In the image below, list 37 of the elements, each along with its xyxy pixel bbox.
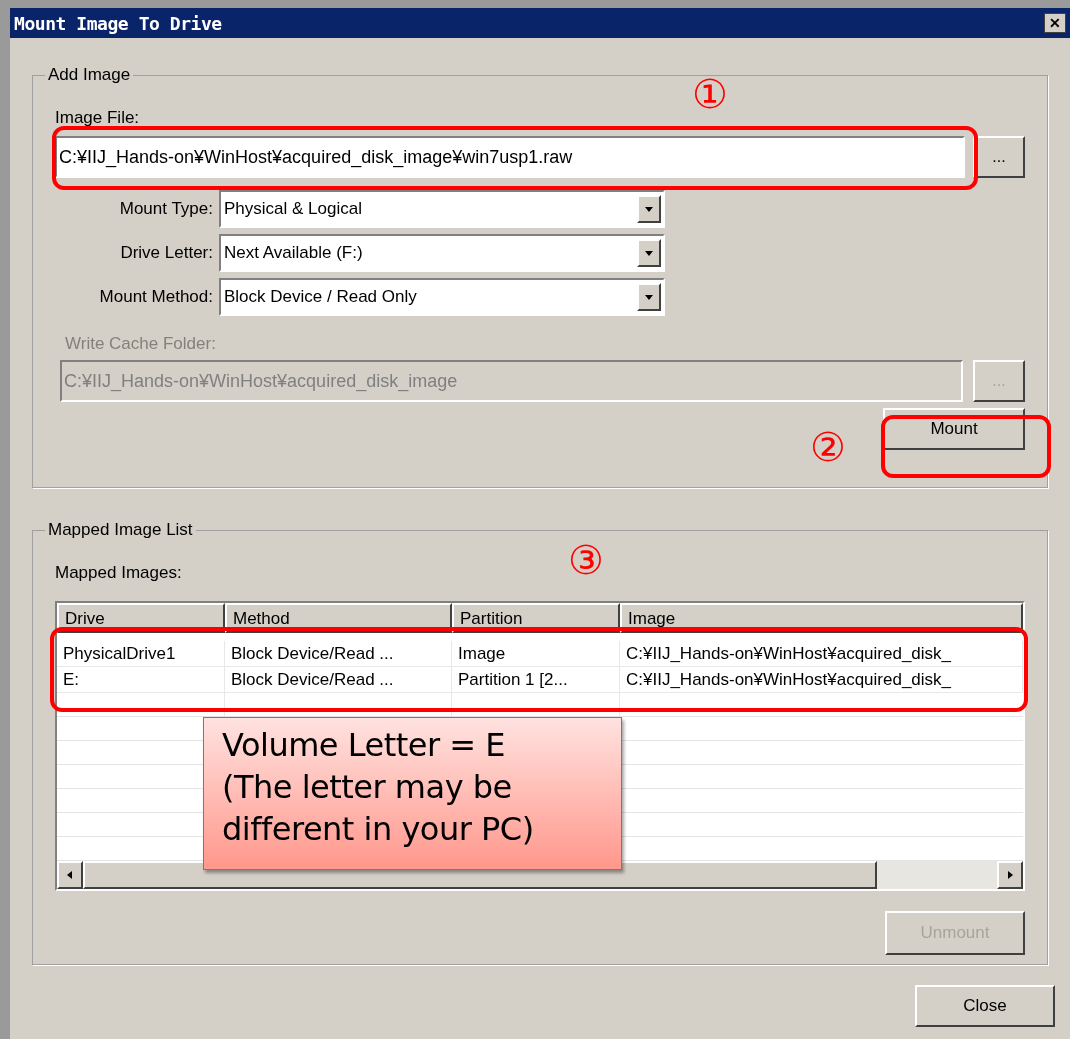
- field-label: Mount Type:: [118, 198, 213, 221]
- step-number: ①: [692, 72, 728, 116]
- step-number: ③: [568, 538, 604, 582]
- browse-button[interactable]: ...: [973, 136, 1025, 178]
- dropdown[interactable]: Next Available (F:): [219, 234, 665, 272]
- dropdown-arrow-icon: [644, 248, 654, 258]
- dropdown-value: Next Available (F:): [224, 242, 363, 265]
- scroll-left-icon: [65, 870, 75, 880]
- table-cell: C:¥IIJ_Hands-on¥WinHost¥acquired_disk_: [620, 641, 1023, 666]
- table-cell: Block Device/Read ...: [225, 641, 452, 666]
- table-cell: C:¥IIJ_Hands-on¥WinHost¥acquired_disk_: [620, 667, 1023, 692]
- close-dialog-button[interactable]: Close: [915, 985, 1055, 1027]
- table-cell: Block Device/Read ...: [225, 667, 452, 692]
- table-cell: E:: [57, 667, 225, 692]
- field-label: Image File:: [55, 107, 141, 129]
- close-button[interactable]: ✕: [1044, 13, 1066, 33]
- scroll-right-icon: [1005, 870, 1015, 880]
- table-cell: Image: [452, 641, 620, 666]
- dropdown[interactable]: Physical & Logical: [219, 190, 665, 228]
- field-label: Mapped Images:: [55, 562, 183, 584]
- dropdown-arrow-icon: [644, 292, 654, 302]
- table-cell: Partition 1 [2...: [452, 667, 620, 692]
- field-label: Mount Method:: [98, 286, 213, 309]
- mount-button[interactable]: Mount: [883, 408, 1025, 450]
- step-number: ②: [810, 425, 846, 469]
- callout-text: (The letter may be: [222, 767, 513, 808]
- window-title: Mount Image To Drive: [14, 11, 222, 36]
- image-file-field[interactable]: C:¥IIJ_Hands-on¥WinHost¥acquired_disk_image¥win7usp1.raw: [55, 136, 965, 178]
- field-label: Write Cache Folder:: [65, 333, 217, 355]
- callout-text: different in your PC): [222, 809, 535, 850]
- callout-text: Volume Letter = E: [222, 725, 506, 766]
- dropdown-arrow-icon: [644, 204, 654, 214]
- dropdown-value: Block Device / Read Only: [224, 286, 417, 309]
- table-cell: PhysicalDrive1: [57, 641, 225, 666]
- field-label: Drive Letter:: [119, 242, 213, 265]
- dropdown-value: Physical & Logical: [224, 198, 362, 221]
- dropdown[interactable]: Block Device / Read Only: [219, 278, 665, 316]
